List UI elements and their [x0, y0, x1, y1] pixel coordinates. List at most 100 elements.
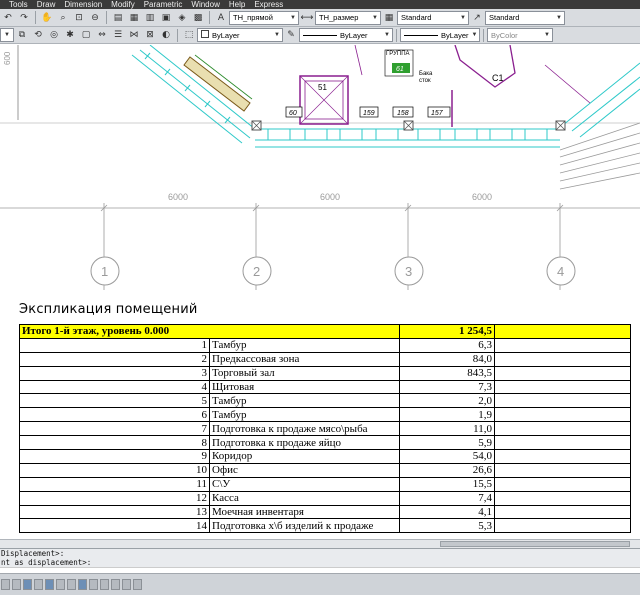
layer-previous-icon[interactable]: ⟲ — [31, 29, 45, 42]
osnap-toggle[interactable] — [45, 579, 54, 590]
toolbar-separator — [483, 28, 484, 42]
layer-match-icon[interactable]: ⇔ — [95, 29, 109, 42]
table-row[interactable]: 2 Предкассовая зона 84,0 — [19, 351, 631, 367]
menu-parametric[interactable]: Parametric — [135, 0, 183, 9]
table-row[interactable]: 10 Офис 26,6 — [19, 462, 631, 478]
text-style-select[interactable]: TH_прямой ▼ — [229, 10, 299, 25]
layer-freeze-icon[interactable]: ✱ — [63, 29, 77, 42]
room-area: 7,4 — [399, 490, 495, 506]
table-row[interactable]: 11 С\У 15,5 — [19, 476, 631, 492]
undo-icon[interactable]: ↶ — [1, 11, 15, 24]
calculator-icon[interactable]: ▩ — [191, 11, 205, 24]
scrollbar-thumb[interactable] — [440, 541, 630, 547]
zoom-window-icon[interactable]: ⊡ — [72, 11, 86, 24]
table-row[interactable]: 4 Щитовая 7,3 — [19, 379, 631, 395]
layer-isolate-icon[interactable]: ◎ — [47, 29, 61, 42]
table-row[interactable]: 8 Подготовка к продаже яйцо 5,9 — [19, 435, 631, 451]
table-style-select[interactable]: Standard ▼ — [397, 10, 469, 25]
grid-toggle[interactable] — [12, 579, 21, 590]
layer-off-icon[interactable]: ◐ — [159, 29, 173, 42]
menu-express[interactable]: Express — [245, 0, 283, 9]
zoom-previous-icon[interactable]: ⊖ — [88, 11, 102, 24]
menu-tools[interactable]: Tools — [0, 0, 28, 9]
row-number: 7 — [19, 421, 210, 437]
toolbar-separator — [106, 11, 107, 24]
dimension-text-3: 6000 — [472, 192, 492, 202]
menu-window[interactable]: Window — [182, 0, 219, 9]
lwt-toggle[interactable] — [89, 579, 98, 590]
dim-style-select[interactable]: TH_размер ▼ — [315, 10, 381, 25]
total-row[interactable]: Итого 1-й этаж, уровень 0.000 1 254,5 — [19, 324, 631, 339]
make-current-icon[interactable]: ⬚ — [182, 29, 196, 42]
layer-dropdown-stub[interactable]: ▼ — [0, 28, 14, 42]
table-row[interactable]: 13 Моечная инвентаря 4,1 — [19, 504, 631, 520]
room-name: Тамбур — [209, 393, 400, 409]
extra-cell — [494, 435, 631, 451]
lineweight-select[interactable]: ByLayer ▼ — [400, 28, 480, 42]
grid-axis-2: 2 — [253, 264, 260, 279]
extra-cell — [494, 462, 631, 478]
otrack-toggle[interactable] — [56, 579, 65, 590]
extra-cell — [494, 379, 631, 395]
layer-lock-icon[interactable]: ▢ — [79, 29, 93, 42]
extra-cell — [494, 337, 631, 353]
menu-bar: Tools Draw Dimension Modify Parametric W… — [0, 0, 640, 9]
row-number: 1 — [19, 337, 210, 353]
linetype-select[interactable]: ByLayer ▼ — [299, 28, 393, 42]
dyn-toggle[interactable] — [78, 579, 87, 590]
color-select[interactable]: ByLayer ▼ — [197, 28, 283, 42]
tool-palettes-icon[interactable]: ▥ — [143, 11, 157, 24]
room-outline-c1 — [454, 45, 516, 88]
ducs-toggle[interactable] — [67, 579, 76, 590]
tank-label: Бака — [419, 71, 433, 77]
sc-toggle[interactable] — [122, 579, 131, 590]
markup-icon[interactable]: ◈ — [175, 11, 189, 24]
zoom-realtime-icon[interactable]: ⌕ — [56, 11, 70, 24]
table-row[interactable]: 1 Тамбур 6,3 — [19, 337, 631, 353]
menu-modify[interactable]: Modify — [102, 0, 135, 9]
model-toggle[interactable] — [133, 579, 142, 590]
explication-title: Экспликация помещений — [19, 302, 198, 317]
command-line[interactable]: Displacement>: nt as displacement>: — [0, 548, 640, 574]
room-name: Касса — [209, 490, 400, 506]
layer-merge-icon[interactable]: ⋈ — [127, 29, 141, 42]
row-number: 13 — [19, 504, 210, 520]
menu-draw[interactable]: Draw — [28, 0, 56, 9]
extra-cell — [494, 407, 631, 423]
leader-line — [544, 64, 591, 104]
room-name: С\У — [209, 476, 400, 492]
table-row[interactable]: 5 Тамбур 2,0 — [19, 393, 631, 409]
table-row[interactable]: 7 Подготовка к продаже мясо\рыба 11,0 — [19, 421, 631, 437]
layer-walk-icon[interactable]: ☰ — [111, 29, 125, 42]
linetype-value: ByLayer — [340, 30, 368, 40]
tpy-toggle[interactable] — [100, 579, 109, 590]
polar-toggle[interactable] — [34, 579, 43, 590]
design-center-icon[interactable]: ▦ — [127, 11, 141, 24]
match-properties-icon[interactable]: ✎ — [284, 29, 298, 42]
layer-properties-icon[interactable]: ⧉ — [15, 29, 29, 42]
plot-style-select[interactable]: ByColor ▼ — [487, 28, 553, 42]
table-row[interactable]: 6 Тамбур 1,9 — [19, 407, 631, 423]
multileader-style-select[interactable]: Standard ▼ — [485, 10, 565, 25]
snap-toggle[interactable] — [1, 579, 10, 590]
properties-icon[interactable]: ▤ — [111, 11, 125, 24]
layer-delete-icon[interactable]: ⊠ — [143, 29, 157, 42]
table-row[interactable]: 14 Подготовка х\б изделий к продаже 5,3 — [19, 518, 631, 534]
table-row[interactable]: 9 Коридор 54,0 — [19, 449, 631, 464]
room-area: 11,0 — [399, 421, 495, 437]
table-row[interactable]: 3 Торговый зал 843,5 — [19, 365, 631, 381]
menu-help[interactable]: Help — [220, 0, 245, 9]
row-number: 11 — [19, 476, 210, 492]
chevron-down-icon: ▼ — [4, 32, 10, 38]
pan-icon[interactable]: ✋ — [40, 11, 54, 24]
redo-icon[interactable]: ↷ — [17, 11, 31, 24]
menu-dimension[interactable]: Dimension — [55, 0, 102, 9]
table-row[interactable]: 12 Касса 7,4 — [19, 490, 631, 506]
chevron-down-icon: ▼ — [556, 14, 562, 21]
qp-toggle[interactable] — [111, 579, 120, 590]
explication-table[interactable]: Итого 1-й этаж, уровень 0.000 1 254,5 1Т… — [19, 324, 631, 534]
sheet-set-icon[interactable]: ▣ — [159, 11, 173, 24]
horizontal-scrollbar[interactable] — [0, 539, 640, 548]
plot-style-value: ByColor — [491, 30, 518, 40]
ortho-toggle[interactable] — [23, 579, 32, 590]
